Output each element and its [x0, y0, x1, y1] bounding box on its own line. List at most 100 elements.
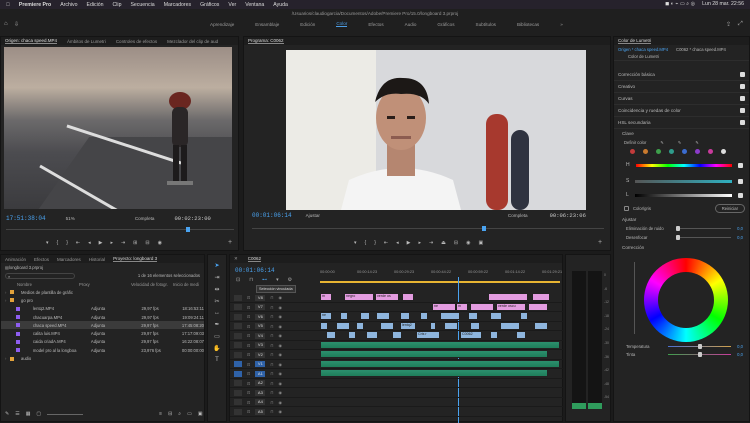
tab-edicion[interactable]: Edición	[300, 22, 315, 27]
eye-icon[interactable]: ◉	[278, 381, 282, 386]
swatch-magenta[interactable]	[708, 149, 713, 154]
timeline-clip[interactable]	[376, 312, 390, 320]
work-area-bar[interactable]	[320, 281, 560, 283]
lock-icon[interactable]: ⊡	[247, 400, 250, 405]
menu-clip[interactable]: Clip	[113, 2, 122, 8]
step-forward-icon[interactable]: ▸	[110, 240, 113, 246]
automate-icon[interactable]: ⊟	[168, 411, 172, 417]
timeline-clip[interactable]	[402, 293, 414, 301]
basic-checkbox[interactable]	[740, 72, 745, 77]
sync-icon[interactable]: ⊓	[270, 400, 273, 405]
source-patch[interactable]	[234, 380, 242, 386]
source-zoom[interactable]: 51%	[66, 216, 75, 221]
list-item[interactable]: model pro al la longboa Adjunta 23,976 fps…	[1, 346, 204, 354]
swatch-blue[interactable]	[682, 149, 687, 154]
timeline-clip[interactable]	[470, 302, 494, 311]
step-forward-icon[interactable]: ▸	[418, 240, 421, 246]
eye-icon[interactable]: ◉	[278, 390, 282, 395]
timeline-clip[interactable]	[490, 331, 498, 339]
timeline-clip[interactable]	[532, 293, 550, 301]
swatch-teal[interactable]	[669, 149, 674, 154]
label-color[interactable]	[16, 339, 20, 344]
eyedropper-sub-icon[interactable]: ✎	[695, 140, 699, 145]
expand-icon[interactable]: ›	[1, 290, 7, 295]
razor-tool-icon[interactable]: ✂	[214, 298, 219, 305]
item-name[interactable]: calita luis.MP4	[33, 331, 91, 336]
eye-icon[interactable]: ◉	[278, 371, 282, 376]
import-icon[interactable]: ⇩	[14, 21, 19, 28]
timeline-clip[interactable]	[440, 312, 460, 320]
timeline-clip[interactable]: m	[456, 302, 468, 311]
timeline-clip[interactable]	[490, 312, 502, 320]
add-button-icon[interactable]: +	[598, 239, 602, 246]
track-label[interactable]: V8	[255, 294, 266, 301]
program-scrubber[interactable]	[252, 226, 604, 231]
in-bracket-icon[interactable]: {	[365, 240, 367, 246]
program-fit[interactable]: Ajustar	[306, 213, 320, 218]
timeline-clip[interactable]	[468, 312, 478, 320]
timeline-clip[interactable]	[520, 312, 528, 320]
wheel-luma-slider[interactable]	[634, 262, 635, 334]
program-timecode[interactable]: 00:01:06:14	[252, 212, 292, 219]
lock-icon[interactable]: ⊡	[247, 324, 250, 329]
settings-wrench-icon[interactable]: ⚙	[288, 277, 292, 283]
color-gray-checkbox[interactable]	[624, 205, 629, 211]
out-bracket-icon[interactable]: }	[374, 240, 376, 246]
project-search-input[interactable]: ⌕	[5, 272, 75, 279]
eye-icon[interactable]: ◉	[278, 324, 282, 329]
app-menu[interactable]: Premiere Pro	[19, 2, 51, 8]
track-label[interactable]: V1	[255, 361, 266, 367]
extract-icon[interactable]: ⊟	[454, 240, 458, 246]
linked-selection-icon[interactable]: ⊷	[262, 277, 267, 283]
icon-view-icon[interactable]: ▦	[26, 411, 31, 417]
tab-effect-controls[interactable]: Controles de efectos	[116, 39, 157, 44]
temperature-slider[interactable]	[668, 343, 732, 349]
list-item[interactable]: › audio	[1, 354, 204, 362]
tab-graficos[interactable]: Gráficos	[437, 22, 454, 27]
tab-markers[interactable]: Marcadores	[57, 257, 81, 262]
creative-checkbox[interactable]	[740, 84, 745, 89]
menu-ventana[interactable]: Ventana	[245, 2, 264, 8]
source-patch[interactable]	[234, 294, 242, 301]
sync-icon[interactable]: ⊓	[270, 343, 273, 348]
find-icon[interactable]: ⌕	[178, 411, 181, 417]
add-marker-icon[interactable]: ▾	[276, 277, 279, 283]
swatch-red[interactable]	[630, 149, 635, 154]
tab-ensamblaje[interactable]: Ensamblaje	[255, 22, 279, 27]
eye-icon[interactable]: ◉	[278, 305, 282, 310]
clock[interactable]: Lun 28 mar. 22:56	[702, 1, 744, 8]
lock-icon[interactable]: ⊡	[247, 343, 250, 348]
track-label[interactable]: V2	[255, 351, 266, 358]
expand-icon[interactable]: ›	[1, 356, 7, 361]
track-label[interactable]: A4	[255, 399, 266, 405]
eye-icon[interactable]: ◉	[278, 362, 282, 367]
color-wheel[interactable]	[644, 258, 728, 342]
menu-ver[interactable]: Ver	[228, 2, 236, 8]
mark-in-bracket-icon[interactable]: {	[57, 240, 59, 246]
sync-icon[interactable]: ⊓	[270, 371, 273, 376]
section-curves[interactable]: Curvas	[614, 93, 749, 105]
source-patch[interactable]	[234, 351, 242, 358]
label-color[interactable]	[10, 298, 14, 303]
timeline-clip[interactable]	[488, 293, 528, 301]
sync-icon[interactable]: ⊓	[270, 390, 273, 395]
denoise-value[interactable]: 0,0	[737, 226, 743, 231]
ajustar-label[interactable]: Ajustar	[622, 217, 636, 222]
timeline-clip[interactable]: ne	[432, 302, 456, 311]
tab-efectos[interactable]: Efectos	[368, 22, 383, 27]
item-name[interactable]: chaca speed.MP4	[33, 323, 91, 328]
source-patch[interactable]	[234, 361, 242, 367]
eyedropper-add-icon[interactable]: ✎	[678, 140, 682, 145]
track-label[interactable]: A5	[255, 408, 266, 415]
timeline-clip[interactable]: verde os	[375, 293, 399, 301]
timeline-clip[interactable]	[320, 350, 548, 358]
label-color[interactable]	[16, 306, 20, 311]
timeline-clip[interactable]	[320, 359, 560, 368]
source-patch[interactable]	[234, 313, 242, 320]
pen-tool-icon[interactable]: ✒	[214, 321, 219, 328]
luma-slider[interactable]	[634, 193, 732, 197]
timeline-clip[interactable]: negro	[344, 293, 374, 301]
source-video-frame[interactable]	[4, 47, 232, 209]
timeline-clip[interactable]	[340, 312, 348, 320]
timeline-clip[interactable]	[356, 321, 364, 330]
